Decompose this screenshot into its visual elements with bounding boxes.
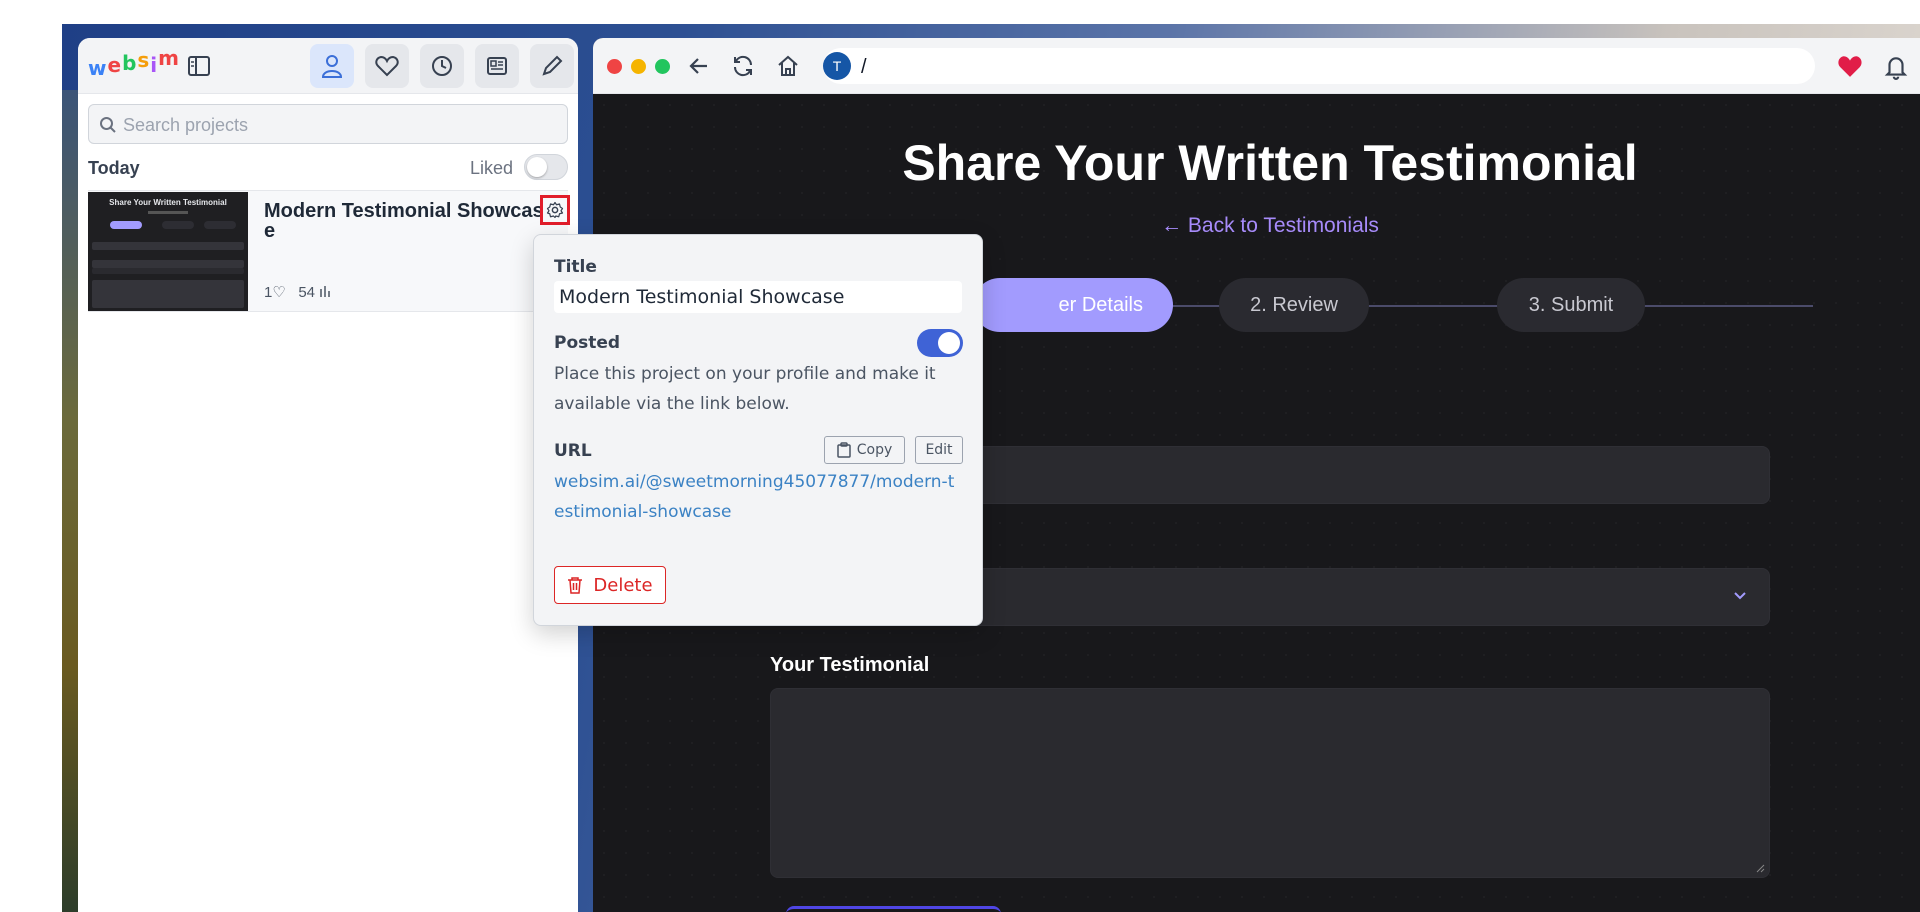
delete-project-button[interactable]: Delete <box>554 566 666 604</box>
websim-logo[interactable]: websim <box>88 46 180 80</box>
logo-letter-s: s <box>137 48 151 72</box>
section-today-heading: Today <box>88 158 140 178</box>
liked-filter-toggle[interactable] <box>524 154 568 180</box>
logo-letter-i: i <box>150 53 159 77</box>
views-count: 54 <box>298 284 315 301</box>
step-3[interactable]: 3. Submit <box>1497 278 1645 332</box>
like-heart-icon[interactable] <box>1837 54 1863 83</box>
thumbnail-title: Share Your Written Testimonial <box>109 198 227 207</box>
reload-icon[interactable] <box>731 54 755 78</box>
trash-icon <box>568 577 583 594</box>
user-icon <box>321 55 343 78</box>
project-title[interactable]: Modern Testimonial Showcase <box>264 201 544 241</box>
page-heading: Share Your Written Testimonial <box>902 135 1638 191</box>
resize-handle-icon[interactable] <box>1755 863 1765 873</box>
logo-letter-m: m <box>158 46 180 70</box>
address-bar[interactable]: T / <box>823 48 1815 84</box>
project-thumbnail[interactable]: Share Your Written Testimonial <box>88 192 248 311</box>
edit-label: Edit <box>925 442 953 458</box>
title-input[interactable] <box>554 281 962 313</box>
window-minimize-button[interactable] <box>631 59 646 74</box>
window-close-button[interactable] <box>607 59 622 74</box>
chevron-down-icon <box>1734 592 1746 600</box>
user-avatar[interactable]: T <box>823 52 851 80</box>
clipboard-icon <box>836 442 851 458</box>
back-arrow-icon[interactable] <box>687 54 711 78</box>
steps-connector <box>1093 305 1813 307</box>
url-label: URL <box>554 441 592 461</box>
window-maximize-button[interactable] <box>655 59 670 74</box>
step-1[interactable]: er Details <box>973 278 1173 332</box>
testimonial-label: Your Testimonial <box>770 654 930 676</box>
posted-toggle[interactable] <box>917 329 963 357</box>
bell-icon[interactable] <box>1883 54 1909 85</box>
project-stats: 1♡ 54 <box>264 283 331 301</box>
logo-letter-b: b <box>122 51 138 75</box>
gear-icon <box>546 201 564 219</box>
step-2[interactable]: 2. Review <box>1219 278 1369 332</box>
feed-button[interactable] <box>475 44 519 88</box>
sidebar-toggle-icon[interactable] <box>188 56 210 76</box>
liked-projects-button[interactable] <box>365 44 409 88</box>
home-icon[interactable] <box>776 54 800 78</box>
newspaper-icon <box>487 57 507 75</box>
bar-chart-icon <box>320 286 330 297</box>
logo-letter-w: w <box>88 56 108 80</box>
project-settings-button[interactable] <box>540 195 570 225</box>
heart-small-icon: ♡ <box>272 284 286 301</box>
search-projects-box[interactable] <box>88 104 568 144</box>
copy-url-button[interactable]: Copy <box>824 436 905 464</box>
liked-filter-label: Liked <box>470 158 514 178</box>
logo-letter-e: e <box>107 53 123 77</box>
posted-description: Place this project on your profile and m… <box>554 364 936 414</box>
projects-sidebar: websim Today Liked Share Your Written Te… <box>78 38 578 912</box>
sidebar-toolbar: websim <box>78 38 578 94</box>
new-project-button[interactable] <box>530 44 574 88</box>
search-input[interactable] <box>123 112 553 138</box>
edit-url-button[interactable]: Edit <box>915 436 963 464</box>
pencil-icon <box>542 55 563 76</box>
address-path[interactable]: / <box>861 56 867 79</box>
project-url-link[interactable]: websim.ai/@sweetmorning45077877/modern-t… <box>554 467 964 527</box>
project-settings-popover: Title Posted Place this project on your … <box>533 234 983 626</box>
project-card[interactable]: Share Your Written Testimonial Modern Te… <box>88 190 570 312</box>
browser-toolbar: T / <box>593 38 1920 94</box>
my-projects-button[interactable] <box>310 44 354 88</box>
history-button[interactable] <box>420 44 464 88</box>
title-label: Title <box>554 257 597 277</box>
delete-label: Delete <box>593 574 653 596</box>
posted-label: Posted <box>554 333 621 353</box>
clock-icon <box>432 56 452 76</box>
submit-button-edge[interactable] <box>786 906 1001 912</box>
search-icon <box>100 117 116 133</box>
heart-icon <box>375 55 399 77</box>
testimonial-textarea[interactable] <box>770 688 1770 878</box>
copy-label: Copy <box>856 442 893 458</box>
